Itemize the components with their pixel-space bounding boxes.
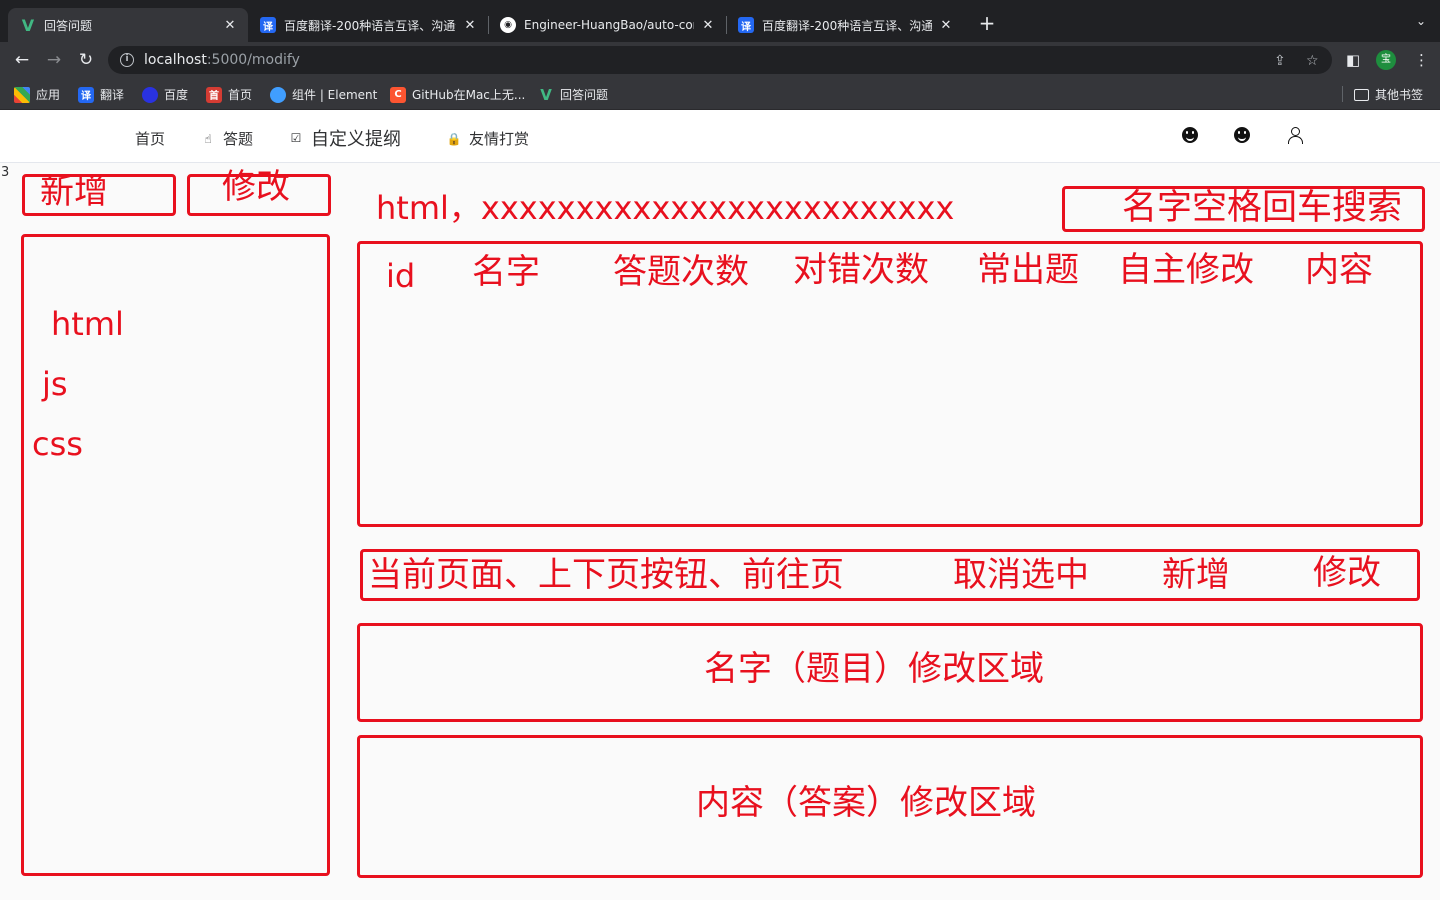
edit-question-button[interactable]: 修改 — [1313, 556, 1381, 590]
kebab-menu-icon[interactable]: ⋮ — [1414, 51, 1429, 69]
nav-donate[interactable]: 🔒 友情打赏 — [447, 128, 529, 149]
add-question-button[interactable]: 新增 — [1162, 558, 1230, 592]
bookmark-label: 翻译 — [100, 88, 125, 102]
add-button-label: 新增 — [40, 172, 108, 212]
bookmark-label: 其他书签 — [1375, 88, 1424, 102]
category-item-html[interactable]: html — [51, 308, 124, 340]
bookmark-label: 应用 — [36, 88, 61, 102]
bookmark-home[interactable]: 首首页 — [206, 86, 252, 103]
baidu-translate-icon: 译 — [260, 17, 276, 33]
address-bar[interactable]: i localhost:5000/modify ⇪ ☆ — [108, 46, 1332, 74]
bookmarks-bar: 应用 译翻译 百度 首首页 组件 | Element C GitHub在Mac上无… — [0, 78, 1440, 110]
bookmark-label: 首页 — [228, 88, 253, 102]
table-header-content: 内容 — [1305, 250, 1373, 290]
tab-title: 百度翻译-200种语言互译、沟通全世界 — [762, 18, 932, 33]
back-arrow-icon[interactable]: ← — [12, 50, 32, 70]
site-info-icon[interactable]: i — [120, 53, 134, 67]
category-item-css[interactable]: css — [32, 428, 83, 460]
stray-text: 3 — [1, 165, 10, 180]
side-panel-icon[interactable]: ◧ — [1346, 51, 1360, 69]
vue-icon: V — [21, 15, 35, 35]
nav-label: 自定义提纲 — [311, 129, 401, 150]
smile-icon[interactable] — [1233, 126, 1251, 144]
csdn-icon: C — [390, 86, 406, 103]
share-icon[interactable]: ⇪ — [1274, 53, 1286, 69]
apps-icon — [14, 86, 30, 103]
close-icon[interactable]: ✕ — [938, 18, 954, 33]
vue-icon: V — [540, 85, 552, 104]
category-title: html，xxxxxxxxxxxxxxxxxxxxxxxxx — [376, 189, 955, 227]
browser-toolbar: ← → ↻ i localhost:5000/modify ⇪ ☆ ◧ 宝 ⋮ — [0, 42, 1440, 78]
nav-answer[interactable]: ☝ 答题 — [201, 128, 253, 149]
bookmark-element[interactable]: 组件 | Element — [270, 86, 377, 103]
nav-label: 答题 — [223, 130, 254, 148]
deselect-button[interactable]: 取消选中 — [953, 558, 1089, 592]
touch-icon: ☝ — [204, 131, 212, 146]
name-edit-area-label: 名字（题目）修改区域 — [704, 649, 1044, 689]
table-header-right-wrong-count: 对错次数 — [793, 250, 929, 290]
nav-home[interactable]: 首页 — [135, 128, 165, 149]
home-bookmark-icon: 首 — [206, 86, 222, 103]
bookmark-label: 组件 | Element — [292, 88, 378, 102]
tab-title: Engineer-HuangBao/auto-com — [524, 18, 694, 32]
tab-baidu-translate[interactable]: 译 百度翻译-200种语言互译、沟通全世界 ✕ — [248, 8, 488, 42]
table-header-name: 名字 — [472, 252, 540, 292]
tab-title: 回答问题 — [44, 18, 93, 33]
content-edit-area-label: 内容（答案）修改区域 — [696, 783, 1036, 823]
bookmark-label: 百度 — [164, 88, 189, 102]
lock-icon: 🔒 — [446, 131, 462, 146]
close-icon[interactable]: ✕ — [222, 18, 238, 33]
github-icon: ◉ — [500, 17, 516, 33]
pagination-label[interactable]: 当前页面、上下页按钮、前往页 — [368, 558, 844, 592]
tab-title: 百度翻译-200种语言互译、沟通全世界 — [284, 18, 456, 33]
table-header-answer-count: 答题次数 — [613, 252, 749, 292]
tab-github[interactable]: ◉ Engineer-HuangBao/auto-com ✕ — [488, 8, 726, 42]
tab-baidu-translate-2[interactable]: 译 百度翻译-200种语言互译、沟通全世界 ✕ — [726, 8, 964, 42]
url-path: :5000/modify — [206, 52, 300, 68]
nav-custom-outline[interactable]: ☑ 自定义提纲 — [289, 125, 401, 151]
other-bookmarks[interactable]: 其他书签 — [1354, 86, 1423, 103]
tab-answer-questions[interactable]: V 回答问题 ✕ — [8, 8, 248, 42]
bookmarks-separator — [1342, 86, 1343, 102]
forward-arrow-icon[interactable]: → — [44, 50, 64, 70]
bookmark-translate[interactable]: 译翻译 — [78, 86, 124, 103]
new-tab-plus-icon[interactable]: + — [976, 13, 998, 35]
translate-icon: 译 — [78, 86, 94, 103]
nav-label: 首页 — [135, 130, 166, 148]
close-icon[interactable]: ✕ — [700, 18, 716, 33]
bookmark-star-icon[interactable]: ☆ — [1306, 53, 1319, 69]
bookmark-github-mac[interactable]: C GitHub在Mac上无... — [390, 86, 525, 103]
table-header-self-edit: 自主修改 — [1118, 250, 1254, 290]
smile-dark-icon[interactable] — [1181, 126, 1199, 144]
edit-button-label: 修改 — [222, 167, 290, 207]
category-item-js[interactable]: js — [42, 368, 68, 400]
bookmark-label: GitHub在Mac上无... — [412, 88, 526, 102]
tab-search-chevron-down-icon[interactable]: ⌄ — [1416, 14, 1426, 28]
bookmark-label: 回答问题 — [560, 88, 609, 102]
table-header-id: id — [386, 257, 416, 295]
bookmark-baidu[interactable]: 百度 — [142, 86, 188, 103]
bookmark-apps[interactable]: 应用 — [14, 86, 60, 103]
browser-tab-bar: V 回答问题 ✕ 译 百度翻译-200种语言互译、沟通全世界 ✕ ◉ Engin… — [0, 0, 1440, 42]
reload-icon[interactable]: ↻ — [76, 50, 96, 70]
baidu-translate-icon: 译 — [738, 17, 754, 33]
nav-label: 友情打赏 — [469, 130, 530, 148]
edit-icon: ☑ — [290, 131, 302, 145]
url-host: localhost — [144, 52, 207, 68]
table-header-frequent: 常出题 — [977, 250, 1079, 290]
baidu-icon — [142, 86, 158, 103]
user-icon[interactable] — [1286, 126, 1304, 144]
bookmark-answer-questions[interactable]: V 回答问题 — [538, 85, 609, 104]
close-icon[interactable]: ✕ — [462, 18, 478, 33]
search-label: 名字空格回车搜索 — [1122, 188, 1403, 228]
folder-icon — [1354, 88, 1369, 101]
app-header: 首页 ☝ 答题 ☑ 自定义提纲 🔒 友情打赏 — [0, 110, 1440, 163]
profile-avatar[interactable]: 宝 — [1376, 50, 1396, 70]
element-icon — [270, 86, 286, 103]
